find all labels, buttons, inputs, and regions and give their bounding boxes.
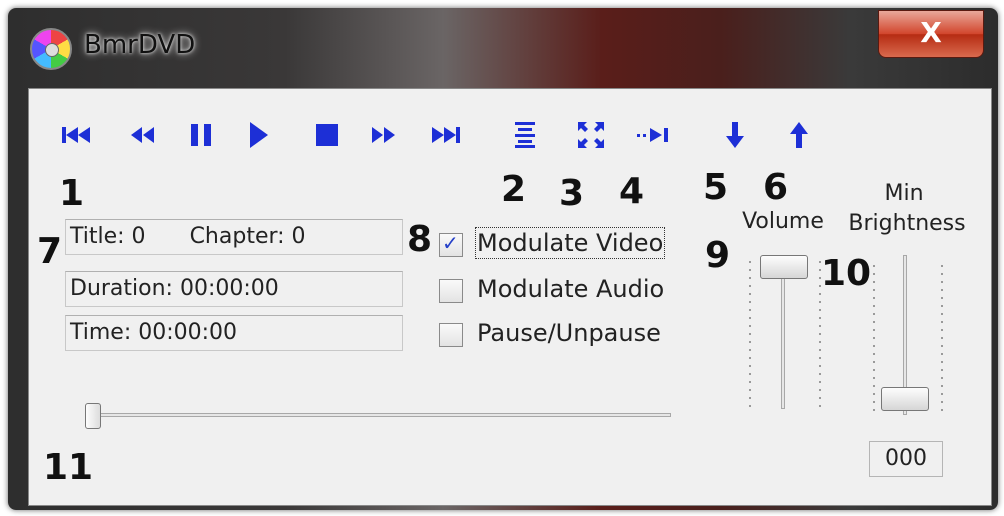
dvd-disc-icon — [30, 28, 72, 70]
pause-unpause-checkbox[interactable] — [439, 323, 463, 347]
annotation-10: 10 — [821, 253, 872, 294]
modulate-video-checkbox[interactable]: ✓ — [439, 231, 463, 257]
volume-slider-track[interactable] — [781, 261, 785, 409]
menu-list-icon — [515, 122, 535, 148]
title-chapter-field: Title: 0 Chapter: 0 — [65, 219, 403, 255]
pause-icon — [191, 124, 211, 146]
client-area: 1 2 3 4 5 6 7 8 9 10 11 Title: 0 Chapter:… — [28, 88, 992, 506]
annotation-8: 8 — [407, 219, 433, 260]
brightness-label-brightness: Brightness — [848, 211, 966, 236]
move-up-button[interactable] — [779, 117, 819, 153]
brightness-label-min: Min — [884, 181, 924, 206]
window-title: BmrDVD — [84, 30, 196, 60]
next-frame-icon — [637, 128, 668, 142]
volume-ticks-left — [749, 261, 751, 409]
annotation-1: 1 — [59, 173, 85, 214]
volume-label: Volume — [742, 209, 824, 234]
skip-to-start-icon — [62, 127, 90, 143]
brightness-slider-thumb[interactable] — [881, 387, 929, 411]
duration-field: Duration: 00:00:00 — [65, 271, 403, 307]
fast-forward-icon — [372, 127, 395, 143]
annotation-7: 7 — [37, 231, 63, 272]
annotation-6: 6 — [763, 167, 789, 208]
stop-button[interactable] — [307, 117, 347, 153]
next-frame-button[interactable] — [633, 117, 673, 153]
window-frame: BmrDVD X 1 2 3 4 5 6 7 8 9 10 11 Title: … — [8, 8, 998, 510]
check-mark-icon: ✓ — [442, 231, 459, 255]
skip-to-end-icon — [432, 127, 460, 143]
arrow-down-icon — [726, 122, 744, 148]
brightness-ticks-right — [941, 265, 943, 413]
move-down-button[interactable] — [715, 117, 755, 153]
annotation-9: 9 — [705, 235, 731, 276]
annotation-3: 3 — [559, 173, 585, 214]
stop-icon — [316, 124, 338, 146]
skip-to-end-button[interactable] — [425, 117, 465, 153]
title-bar[interactable]: BmrDVD X — [8, 8, 998, 86]
play-button[interactable] — [239, 117, 279, 153]
title-value: Title: 0 — [70, 224, 146, 249]
modulate-video-label[interactable]: Modulate Video — [474, 227, 666, 259]
annotation-4: 4 — [619, 171, 645, 212]
pause-unpause-label[interactable]: Pause/Unpause — [477, 319, 661, 347]
seek-slider-thumb[interactable] — [85, 403, 101, 429]
chapter-value: Chapter: 0 — [189, 224, 306, 249]
volume-ticks-right — [819, 261, 821, 409]
brightness-ticks-left — [873, 265, 875, 413]
skip-to-start-button[interactable] — [57, 117, 97, 153]
time-field: Time: 00:00:00 — [65, 315, 403, 351]
rewind-icon — [131, 127, 154, 143]
fullscreen-icon — [578, 122, 604, 148]
play-icon — [250, 122, 268, 148]
arrow-up-icon — [790, 122, 808, 148]
volume-slider-thumb[interactable] — [760, 255, 808, 279]
rewind-button[interactable] — [123, 117, 163, 153]
fullscreen-button[interactable] — [571, 117, 611, 153]
menu-button[interactable] — [505, 117, 545, 153]
fast-forward-button[interactable] — [363, 117, 403, 153]
modulate-audio-checkbox[interactable] — [439, 279, 463, 303]
brightness-value-field: 000 — [869, 441, 943, 477]
close-button[interactable]: X — [878, 10, 984, 58]
seek-slider-track[interactable] — [85, 413, 671, 417]
modulate-audio-label[interactable]: Modulate Audio — [477, 275, 664, 303]
pause-button[interactable] — [181, 117, 221, 153]
annotation-2: 2 — [501, 169, 527, 210]
annotation-5: 5 — [703, 167, 729, 208]
annotation-11: 11 — [43, 447, 94, 488]
